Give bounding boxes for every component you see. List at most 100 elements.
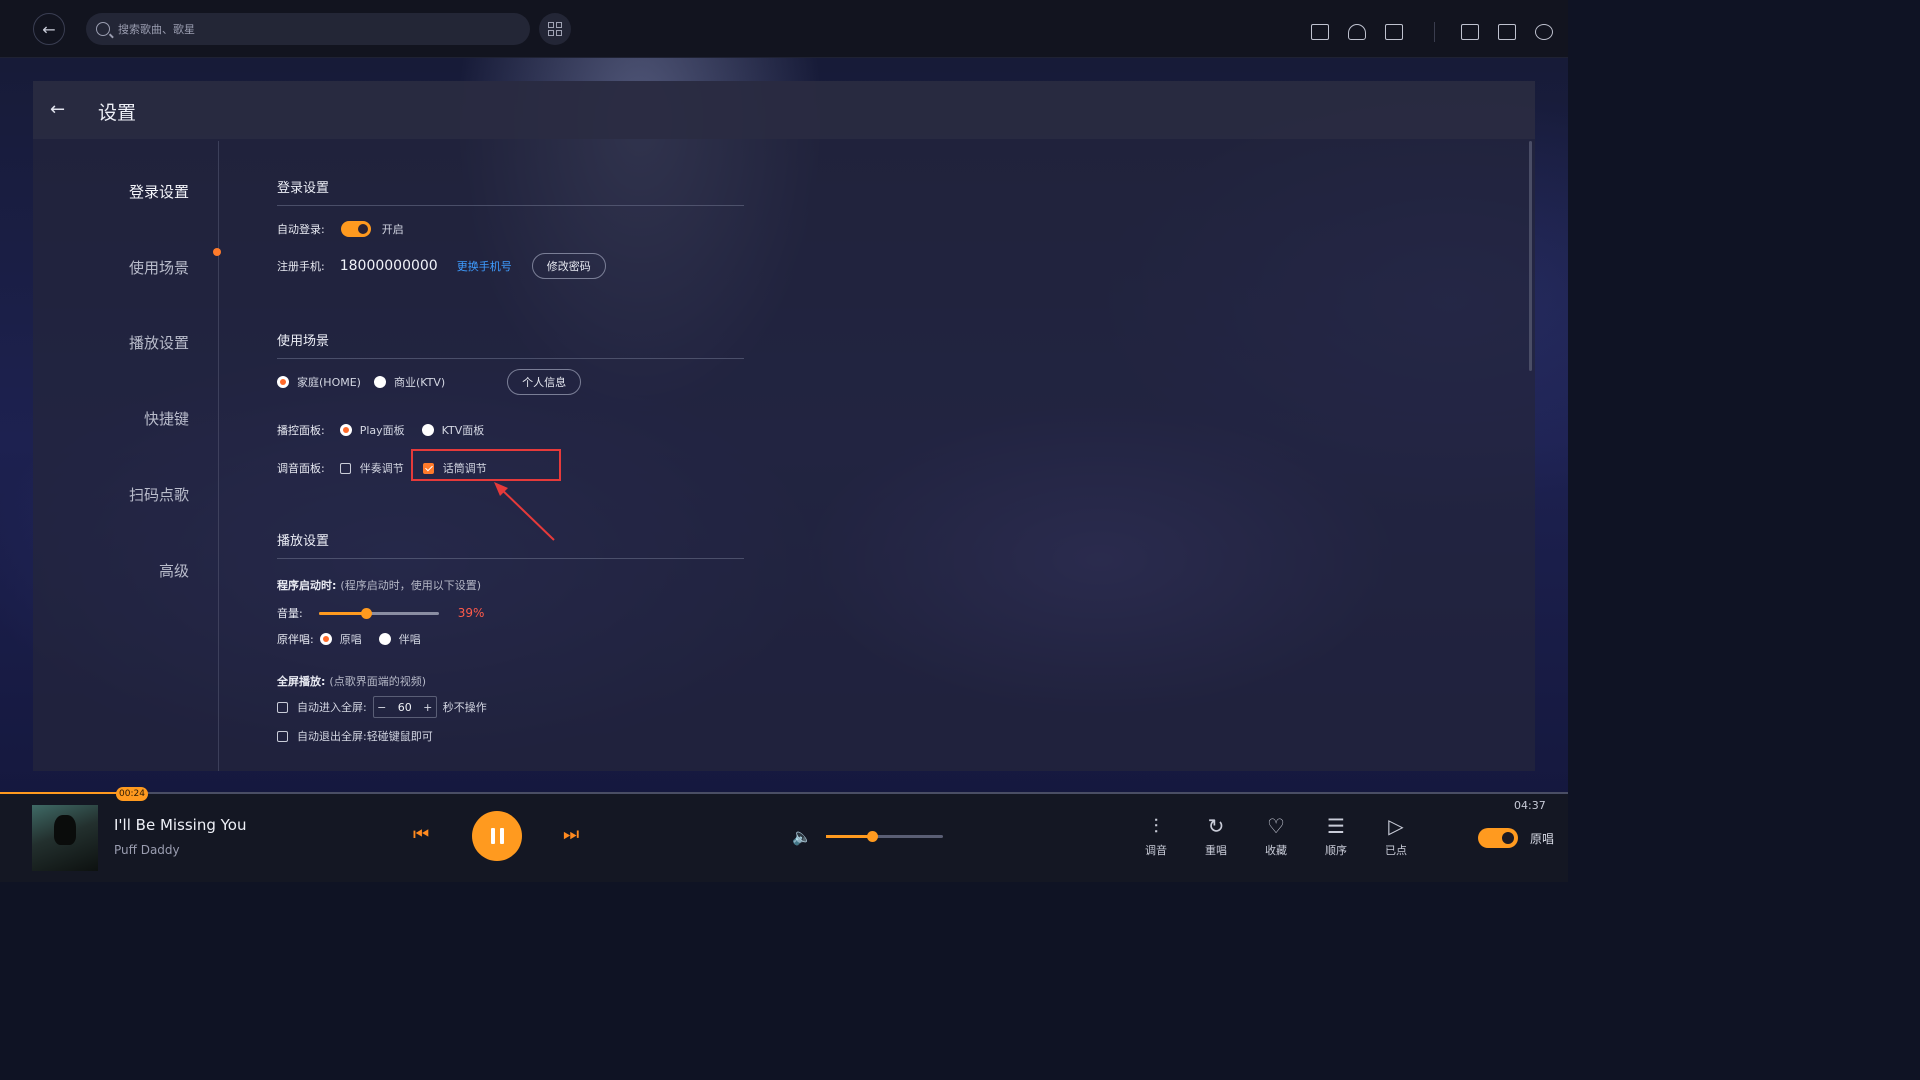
auto-enter-label: 自动进入全屏: [297,701,367,714]
accompany-adjust-label: 伴奏调节 [359,462,404,475]
tuning-label: 调音 [1145,844,1167,857]
scrollbar[interactable] [1529,141,1532,371]
control-panel-label: 播控面板: [277,424,325,437]
minus-icon[interactable]: − [374,701,390,714]
previous-icon[interactable]: ⏮ [413,824,429,845]
sidebar-item-login[interactable]: 登录设置 [129,181,189,202]
auto-enter-row: 自动进入全屏: − 60 + 秒不操作 [277,696,487,718]
mail-icon[interactable] [1311,24,1329,40]
fullscreen-label: 全屏播放: [277,675,326,688]
change-password-button[interactable]: 修改密码 [531,253,606,279]
sidebar-item-scene[interactable]: 使用场景 [129,257,189,278]
favorite-label: 收藏 [1265,844,1287,857]
list-order-icon: ☰ [1327,814,1345,838]
qr-icon [548,22,562,36]
search-input[interactable] [118,22,498,36]
volume-slider-knob[interactable] [360,607,372,619]
top-bar: ← [0,0,1568,58]
sidebar-item-scan[interactable]: 扫码点歌 [129,484,189,505]
phone-label: 注册手机: [277,260,325,273]
window-icon[interactable] [1461,24,1479,40]
tuning-tool[interactable]: ⫶ 调音 [1136,814,1176,858]
ktv-radio[interactable] [373,376,386,388]
annotation-arrow [494,482,555,541]
section-scene-title: 使用场景 [277,330,744,359]
tuning-panel-label: 调音面板: [277,462,325,475]
scene-row: 家庭(HOME) 商业(KTV) 个人信息 [277,369,582,395]
settings-sidebar: 登录设置 使用场景 播放设置 快捷键 扫码点歌 高级 [33,141,221,771]
auto-exit-note: 轻碰键鼠即可 [366,730,433,743]
search-box[interactable] [86,13,530,45]
volume-row: 音量: 39% [277,605,484,621]
sidebar-item-advanced[interactable]: 高级 [159,560,189,581]
replay-tool[interactable]: ↻ 重唱 [1196,814,1236,858]
fullscreen-note: (点歌界面端的视频) [329,675,426,688]
album-cover[interactable] [32,805,98,871]
home-label: 家庭(HOME) [297,376,361,389]
headset-icon[interactable] [1348,24,1366,40]
seconds-stepper[interactable]: − 60 + [372,696,437,718]
ktv-panel-label: KTV面板 [441,424,485,437]
replay-icon: ↻ [1207,814,1225,838]
play-panel-label: Play面板 [359,424,405,437]
active-indicator-dot [213,248,221,256]
auto-login-row: 自动登录: 开启 [277,221,404,237]
volume-slider[interactable] [318,607,439,619]
accompany-adjust-checkbox[interactable] [339,462,351,474]
seconds-value[interactable]: 60 [390,701,420,714]
queued-label: 已点 [1385,844,1407,857]
volume-percent: 39% [457,606,485,620]
sidebar-item-shortcuts[interactable]: 快捷键 [144,408,189,429]
back-icon[interactable]: ← [33,13,65,45]
auto-exit-row: 自动退出全屏: 轻碰键鼠即可 [277,728,433,744]
original-vocal-radio[interactable] [319,633,332,645]
player-volume-knob[interactable] [866,831,878,842]
order-label: 顺序 [1325,844,1347,857]
next-icon[interactable]: ⏭ [563,824,579,845]
qr-code-button[interactable] [539,13,571,45]
fullscreen-row: 全屏播放: (点歌界面端的视频) [277,673,426,689]
ktv-label: 商业(KTV) [393,376,446,389]
settings-header: ← 设置 [33,81,1535,139]
sidebar-item-playback[interactable]: 播放设置 [129,332,189,353]
order-tool[interactable]: ☰ 顺序 [1316,814,1356,858]
original-vocal-toggle[interactable] [1478,828,1518,848]
auto-exit-label: 自动退出全屏: [297,730,367,743]
ktv-panel-radio[interactable] [421,424,434,436]
playlist-icon: ▷ [1388,814,1404,838]
startup-label: 程序启动时: [277,579,337,592]
divider [1434,22,1435,42]
personal-info-button[interactable]: 个人信息 [507,369,582,395]
play-panel-radio[interactable] [339,424,352,436]
download-icon[interactable] [1498,24,1516,40]
settings-panel: ← 设置 登录设置 使用场景 播放设置 快捷键 扫码点歌 高级 登录设置 自动登… [33,81,1535,771]
artist-name[interactable]: Puff Daddy [114,843,180,857]
home-radio[interactable] [277,376,289,388]
phone-value: 18000000000 [339,258,438,274]
original-vocal-label: 原唱 [339,633,362,646]
auto-login-toggle[interactable] [340,221,371,237]
queued-tool[interactable]: ▷ 已点 [1376,814,1416,858]
volume-icon[interactable]: 🔈 [792,827,812,846]
auto-enter-suffix: 秒不操作 [442,701,487,714]
back-arrow-icon[interactable]: ← [50,99,65,120]
favorite-tool[interactable]: ♡ 收藏 [1256,814,1296,858]
plus-icon[interactable]: + [420,701,436,714]
search-icon [96,22,110,36]
control-panel-row: 播控面板: Play面板 KTV面板 [277,422,484,438]
pause-button[interactable] [472,811,522,861]
song-title[interactable]: I'll Be Missing You [114,816,247,834]
volume-label: 音量: [277,607,303,620]
total-time: 04:37 [1514,799,1546,812]
player-volume-slider[interactable] [826,831,943,842]
power-icon[interactable] [1535,24,1553,40]
change-phone-link[interactable]: 更换手机号 [457,258,512,274]
auto-login-state: 开启 [381,223,404,236]
screen-icon[interactable] [1385,24,1403,40]
auto-enter-checkbox[interactable] [277,701,288,713]
progress-track[interactable] [0,792,1568,794]
accompany-vocal-radio[interactable] [378,633,391,645]
vocal-row: 原伴唱: 原唱 伴唱 [277,631,421,647]
auto-exit-checkbox[interactable] [277,730,288,742]
highlight-box [411,449,561,481]
